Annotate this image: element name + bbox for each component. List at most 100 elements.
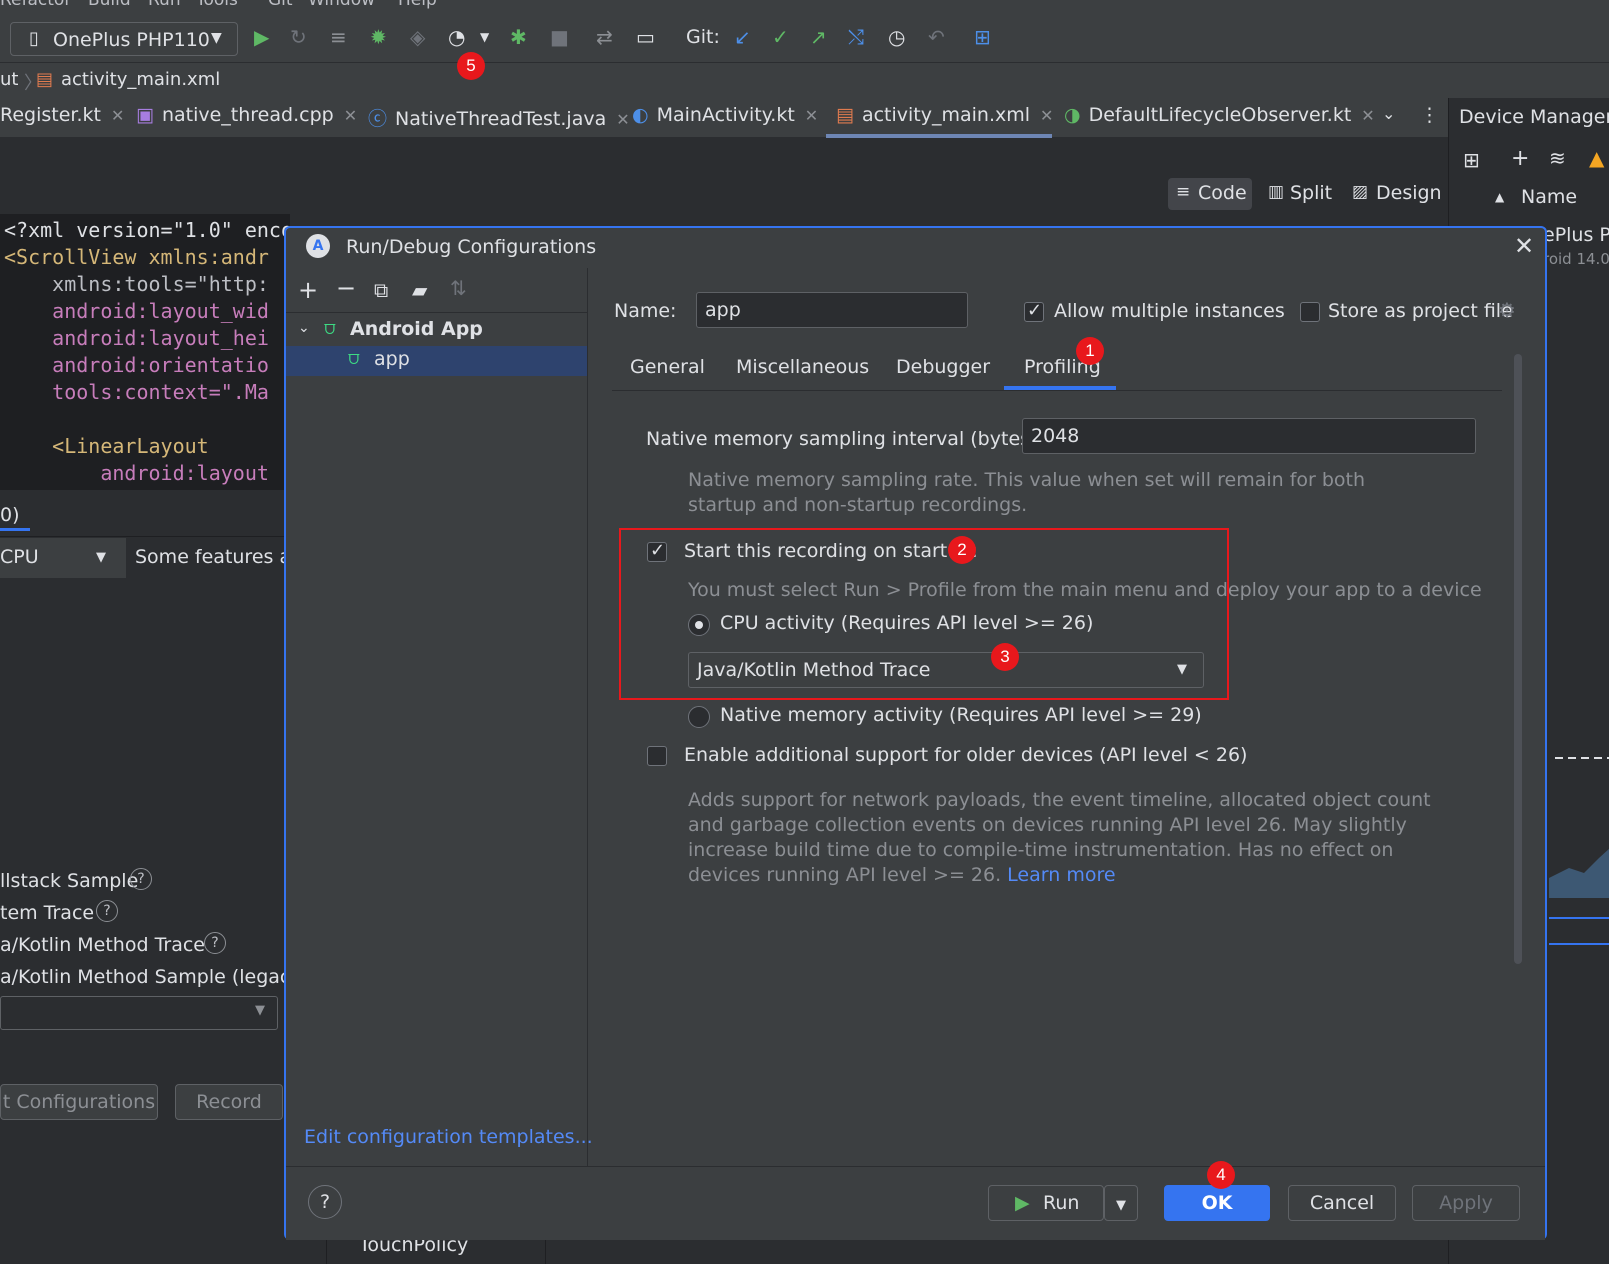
profiler-panel: 0) CPU ▼ Some features are llstack Sampl… — [0, 496, 546, 1264]
tree-group-android-app[interactable]: ⌄ ⩌ Android App — [286, 316, 587, 346]
android-icon: ⩌ — [324, 318, 336, 339]
start-on-startup-label[interactable]: Start this recording on startup: — [684, 540, 978, 562]
run-icon[interactable]: ▶ — [254, 25, 269, 49]
device-name[interactable]: ePlus Pl — [1543, 224, 1609, 246]
menu-run[interactable]: Run — [148, 0, 181, 10]
attach-debugger-icon[interactable]: ◈ — [410, 25, 425, 49]
cpu-activity-radio[interactable] — [688, 614, 710, 636]
more-icon[interactable]: ⋮ — [1420, 104, 1439, 126]
store-project-label[interactable]: Store as project file — [1328, 300, 1513, 322]
menu-refactor[interactable]: Refactor — [0, 0, 71, 10]
native-activity-label[interactable]: Native memory activity (Requires API lev… — [720, 704, 1202, 726]
scrollbar[interactable] — [1514, 354, 1522, 964]
xml-file-icon: ▤ — [836, 104, 854, 126]
menu-help[interactable]: Help — [398, 0, 437, 10]
device-mirror-icon[interactable]: ▭ — [636, 25, 655, 49]
split-view-icon: ▥ — [1268, 182, 1285, 202]
git-push-icon[interactable]: ↗ — [810, 25, 827, 49]
git-merge-icon[interactable]: ⤭ — [848, 25, 864, 49]
tab-default-lifecycle[interactable]: ◑ DefaultLifecycleObserver.kt ✕ — [1064, 104, 1375, 126]
profiler-tab[interactable]: 0) — [0, 504, 20, 526]
learn-more-link[interactable]: Learn more — [1007, 864, 1115, 886]
stop-icon[interactable]: ■ — [550, 25, 569, 49]
device-selector[interactable]: ▯ OnePlus PHP110 ▼ — [10, 22, 238, 56]
chevron-down-icon: ▼ — [255, 1003, 265, 1018]
cpu-select[interactable]: CPU ▼ — [0, 538, 126, 578]
folder-icon[interactable]: ▰ — [412, 278, 427, 302]
menu-git[interactable]: Git — [268, 0, 293, 10]
debug-icon[interactable]: ✹ — [370, 25, 387, 49]
rerun-icon[interactable]: ↻ — [290, 25, 307, 49]
menu-build[interactable]: Build — [88, 0, 131, 10]
allow-multiple-checkbox[interactable] — [1024, 300, 1044, 322]
cpu-activity-label[interactable]: CPU activity (Requires API level >= 26) — [720, 612, 1093, 634]
menu-tools[interactable]: Tools — [196, 0, 238, 10]
option-callstack[interactable]: llstack Sample — [0, 870, 138, 892]
git-history-icon[interactable]: ◷ — [888, 25, 905, 49]
wifi-icon[interactable]: ≋ — [1549, 146, 1566, 170]
ok-button[interactable]: OK — [1164, 1185, 1270, 1221]
tab-miscellaneous[interactable]: Miscellaneous — [736, 356, 869, 378]
breadcrumb-parent[interactable]: ut — [0, 69, 18, 90]
breadcrumb-file[interactable]: activity_main.xml — [61, 69, 220, 90]
allow-multiple-label[interactable]: Allow multiple instances — [1054, 300, 1285, 322]
firebase-icon[interactable]: ▲ — [1589, 146, 1604, 170]
tab-native-thread[interactable]: ▣ native_thread.cpp ✕ — [136, 104, 357, 126]
profile-dropdown-icon[interactable]: ▼ — [480, 30, 489, 44]
native-interval-hint: Native memory sampling rate. This value … — [688, 469, 1366, 516]
git-rollback-icon[interactable]: ↶ — [928, 25, 945, 49]
older-devices-checkbox[interactable] — [647, 746, 667, 766]
older-devices-label[interactable]: Enable additional support for older devi… — [684, 744, 1247, 766]
menu-window[interactable]: Window — [308, 0, 375, 10]
copy-icon[interactable]: ⧉ — [374, 278, 388, 302]
sync-icon[interactable]: ⇄ — [596, 25, 613, 49]
store-project-checkbox[interactable] — [1300, 302, 1320, 322]
git-commit-icon[interactable]: ✓ — [772, 25, 789, 49]
tab-general[interactable]: General — [630, 356, 705, 378]
tab-register[interactable]: Register.kt ✕ — [0, 104, 124, 126]
apply-changes-icon[interactable]: ≡ — [330, 25, 347, 49]
tab-native-thread-test[interactable]: ⓒ NativeThreadTest.java ✕ — [368, 104, 630, 131]
view-split-button[interactable]: ▥ Split — [1264, 178, 1334, 210]
record-button[interactable]: Record — [175, 1084, 283, 1120]
gear-icon[interactable]: ⚙ — [1498, 298, 1516, 322]
cancel-button[interactable]: Cancel — [1288, 1185, 1396, 1221]
sort-icon[interactable]: ⇅ — [450, 276, 467, 300]
name-input[interactable]: app — [696, 292, 968, 328]
code-editor[interactable]: <?xml version="1.0" encoding "utf-8"?> <… — [0, 214, 290, 490]
debug-attach-icon[interactable]: ✱ — [510, 25, 527, 49]
translate-icon[interactable]: ⊞ — [974, 25, 991, 49]
help-icon[interactable]: ? — [96, 900, 118, 922]
column-name[interactable]: Name — [1521, 186, 1577, 208]
tab-main-activity[interactable]: ◐ MainActivity.kt ✕ — [632, 104, 818, 126]
add-icon[interactable]: + — [298, 276, 318, 304]
tab-activity-main[interactable]: ▤ activity_main.xml ✕ — [836, 104, 1053, 126]
native-activity-radio[interactable] — [688, 706, 710, 728]
help-icon[interactable]: ? — [204, 932, 226, 954]
tab-debugger[interactable]: Debugger — [896, 356, 990, 378]
edit-templates-link[interactable]: Edit configuration templates... — [304, 1126, 593, 1148]
git-update-icon[interactable]: ↙ — [734, 25, 751, 49]
close-icon[interactable]: ✕ — [1514, 232, 1534, 260]
native-interval-input[interactable]: 2048 — [1022, 418, 1476, 454]
run-button[interactable]: ▶ Run — [988, 1185, 1104, 1221]
run-dropdown-button[interactable]: ▼ — [1104, 1185, 1138, 1221]
view-design-button[interactable]: ▨ Design — [1350, 178, 1442, 210]
view-code-button[interactable]: ≡ Code — [1168, 178, 1252, 210]
profile-icon[interactable]: ◔ — [448, 25, 465, 49]
config-select[interactable]: ▼ — [0, 996, 278, 1030]
help-icon[interactable]: ? — [130, 868, 152, 890]
option-system-trace[interactable]: tem Trace — [0, 902, 94, 924]
trace-type-select[interactable]: Java/Kotlin Method Trace ▼ — [688, 652, 1204, 688]
start-on-startup-checkbox[interactable] — [647, 540, 667, 562]
add-icon[interactable]: + — [1511, 146, 1529, 171]
option-method-trace[interactable]: a/Kotlin Method Trace — [0, 934, 205, 956]
grid-icon[interactable]: ⊞ — [1463, 148, 1480, 172]
tree-item-app[interactable]: ⩌ app — [286, 346, 587, 376]
edit-configurations-button[interactable]: t Configurations — [0, 1084, 158, 1120]
apply-button[interactable]: Apply — [1412, 1185, 1520, 1221]
option-method-sample[interactable]: a/Kotlin Method Sample (legacy) — [0, 966, 309, 988]
help-icon[interactable]: ? — [308, 1185, 342, 1219]
tabs-overflow-icon[interactable]: ⌄ — [1382, 104, 1395, 123]
remove-icon[interactable]: − — [336, 274, 356, 302]
